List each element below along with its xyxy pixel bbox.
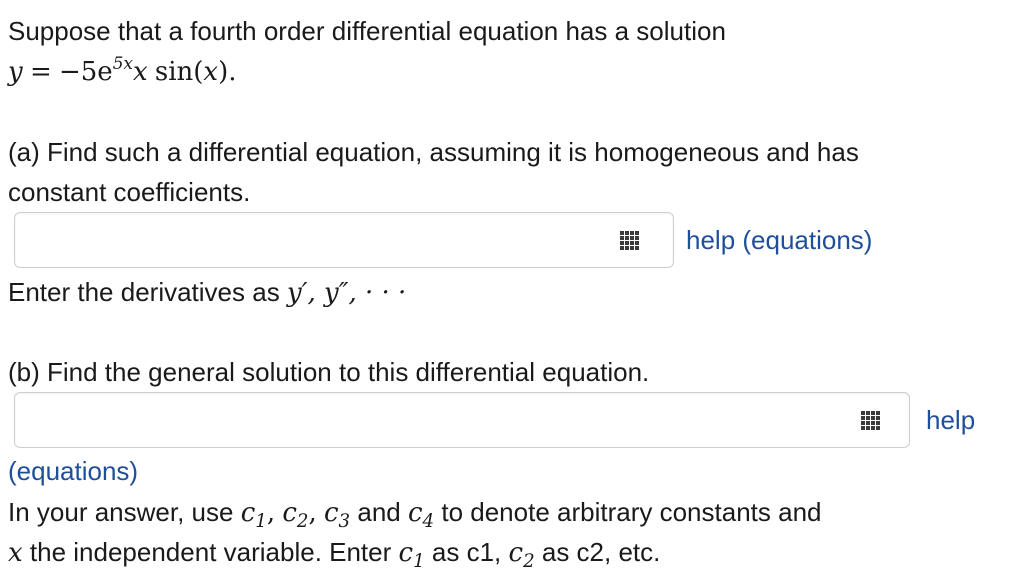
part-a-prompt-line2: constant coefficients.: [8, 177, 251, 207]
c1-sub: 1: [255, 511, 267, 533]
eq-equals: =: [29, 57, 52, 87]
c3-symbol: c: [323, 498, 339, 528]
eq-sin-arg: x: [203, 57, 219, 87]
part-a-hint-math: y′, y″, · · ·: [286, 278, 407, 308]
const-c1: c1: [240, 498, 267, 531]
eq-coefficient: −5e: [58, 57, 113, 87]
part-a-prompt-line1: (a) Find such a differential equation, a…: [8, 137, 859, 167]
const-c4: c4: [407, 498, 434, 531]
c2b-sub: 2: [523, 551, 535, 573]
c2b-symbol: c: [508, 538, 524, 568]
instr-text-3: the independent variable. Enter: [29, 537, 392, 567]
part-a-hint: Enter the derivatives as y′, y″, · · ·: [8, 277, 406, 308]
c4-sub: 4: [422, 511, 435, 533]
c1-symbol: c: [240, 498, 256, 528]
eq-lhs: y: [8, 57, 23, 87]
eq-x: x: [132, 57, 148, 87]
c2-sub: 2: [296, 511, 309, 533]
part-a-answer-input[interactable]: [14, 212, 674, 268]
part-b-answer-input[interactable]: [14, 392, 910, 448]
part-a-hint-text: Enter the derivatives as: [8, 277, 280, 307]
eq-close: ).: [218, 57, 237, 87]
solution-equation: y = −5e5xx sin(x).: [8, 52, 237, 87]
c4-symbol: c: [407, 498, 423, 528]
c3-sub: 3: [338, 511, 351, 533]
and-word: and: [357, 497, 401, 527]
c1b-symbol: c: [398, 538, 414, 568]
part-b-instructions-line2: x the independent variable. Enter c1 as …: [8, 537, 661, 571]
part-b-prompt: (b) Find the general solution to this di…: [8, 357, 650, 387]
as-c2-text: as c2, etc.: [541, 537, 661, 567]
instr-text: In your answer, use: [8, 497, 234, 527]
instr-text-2: to denote arbitrary constants and: [441, 497, 822, 527]
eq-exponent: 5x: [112, 52, 133, 73]
equation-editor-icon[interactable]: [861, 411, 880, 430]
intro-text: Suppose that a fourth order differential…: [8, 16, 726, 46]
c1b-sub: 1: [413, 551, 425, 573]
as-c1-text: as c1,: [431, 537, 502, 567]
const-c3: c3: [323, 498, 350, 531]
const-c2-example: c2: [508, 538, 535, 571]
const-c2: c2: [282, 498, 308, 531]
equation-editor-icon[interactable]: [620, 231, 639, 250]
part-b-help-link-cont[interactable]: (equations): [8, 456, 138, 486]
c2-symbol: c: [282, 498, 297, 528]
part-a-help-link[interactable]: help (equations): [686, 225, 872, 255]
part-b-help-link[interactable]: help: [926, 405, 975, 435]
part-b-instructions-line1: In your answer, use c1, c2, c3 and c4 to…: [8, 497, 822, 533]
eq-sin: sin(: [154, 57, 204, 87]
const-c1-example: c1: [398, 538, 425, 571]
x-variable: x: [8, 538, 23, 568]
